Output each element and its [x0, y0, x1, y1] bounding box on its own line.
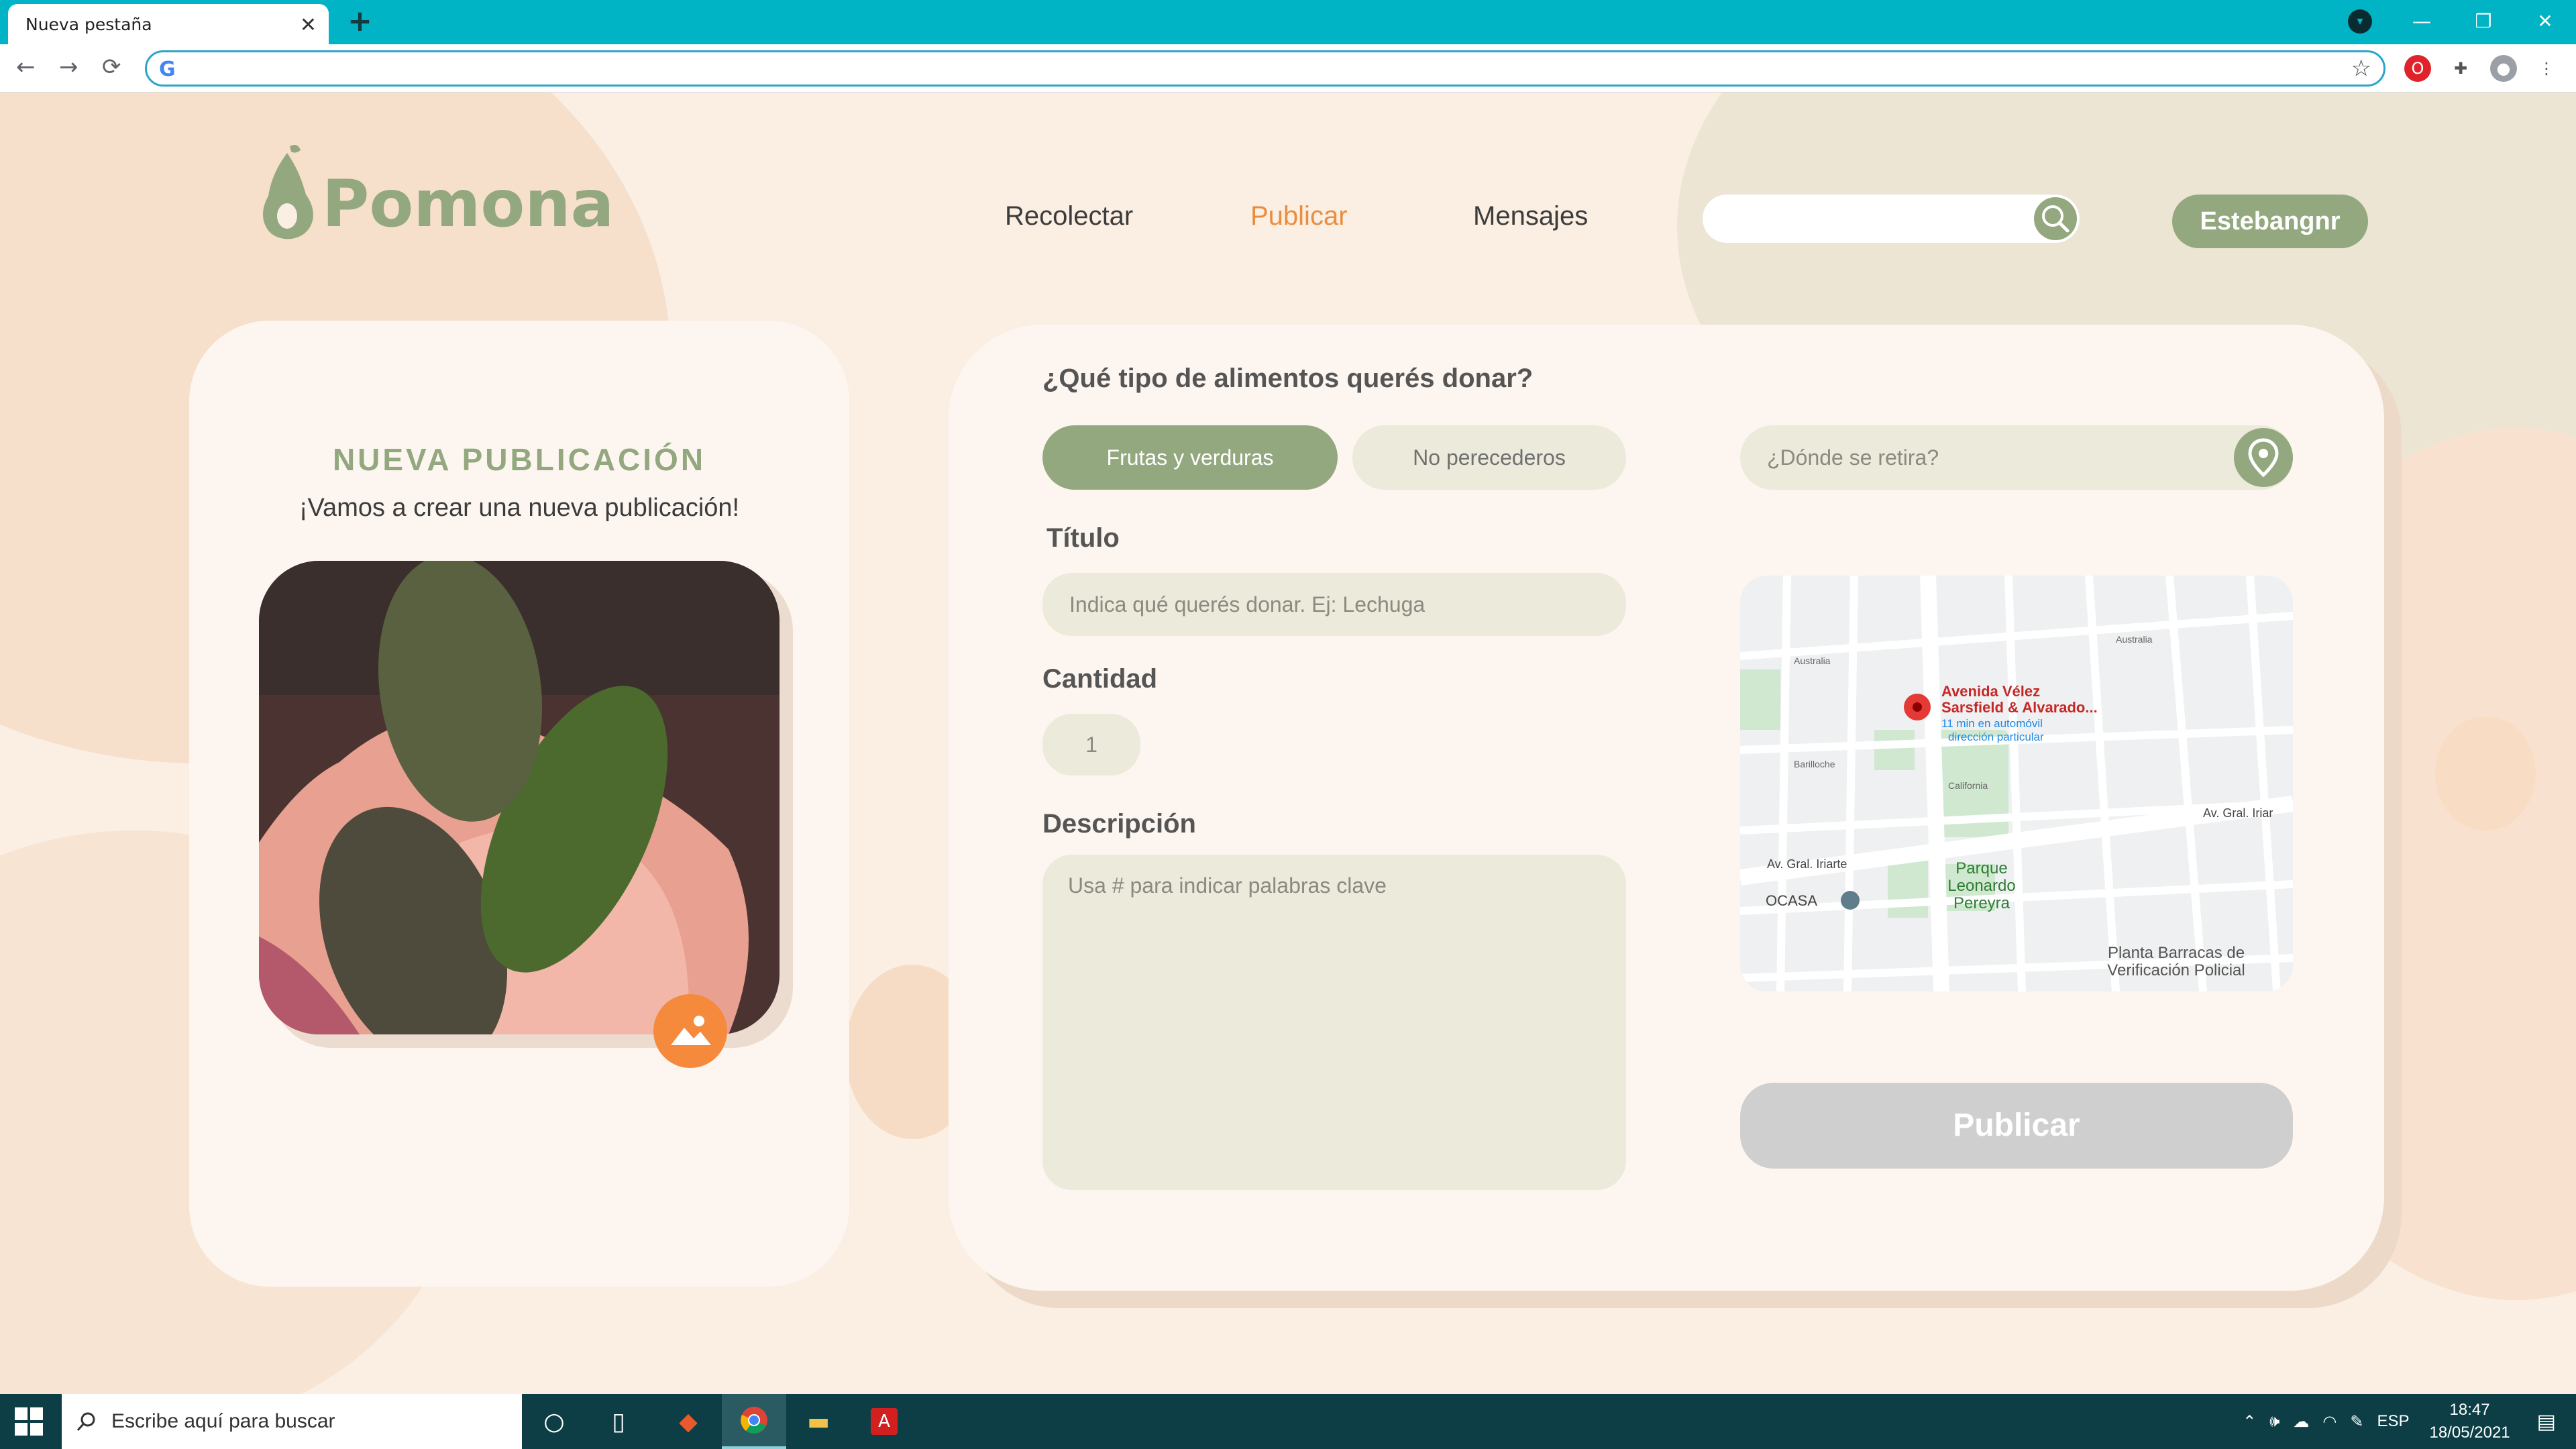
tab-close-icon[interactable]: ✕ — [300, 13, 317, 37]
address-bar[interactable]: G ☆ — [145, 50, 2385, 87]
search-icon — [2042, 205, 2070, 233]
map-pin-sub-line1: 11 min en automóvil — [1941, 717, 2043, 730]
window-close-icon[interactable]: ✕ — [2514, 10, 2576, 32]
user-menu-button[interactable]: Estebangnr — [2172, 195, 2368, 248]
nav-mensajes[interactable]: Mensajes — [1473, 201, 1588, 231]
new-tab-icon[interactable]: + — [347, 4, 372, 38]
food-type-question: ¿Qué tipo de alimentos querés donar? — [1042, 364, 1534, 393]
pear-logo-icon — [263, 145, 313, 239]
volume-icon[interactable]: 🕪 — [2269, 1412, 2279, 1431]
map-street-label: Barilloche — [1794, 759, 1835, 769]
map-poi-park: Leonardo — [1947, 877, 2015, 895]
browser-toolbar: ← → ⟳ G ☆ O ✚ ● ⋮ — [0, 44, 2576, 93]
map-street-label: California — [1948, 780, 1988, 791]
window-controls: — ❐ ✕ — [2391, 0, 2576, 42]
product-photo — [259, 561, 780, 1034]
chrome-icon — [741, 1407, 767, 1434]
new-post-card: NUEVA PUBLICACIÓN ¡Vamos a crear una nue… — [189, 321, 849, 1287]
taskbar-search-icon — [76, 1412, 95, 1431]
publish-button[interactable]: Publicar — [1740, 1083, 2293, 1169]
acrobat-icon: A — [871, 1408, 898, 1435]
forward-icon[interactable]: → — [59, 54, 78, 80]
map-street-label: Australia — [2116, 634, 2153, 645]
bookmark-star-icon[interactable]: ☆ — [2351, 55, 2371, 82]
clock-time: 18:47 — [2449, 1401, 2490, 1419]
map-pin-title-line2: Sarsfield & Alvarado... — [1941, 699, 2098, 716]
map-street-label: Av. Gral. Iriarte — [1767, 857, 1847, 871]
description-label: Descripción — [1042, 809, 1196, 839]
pickup-location-input[interactable]: ¿Dónde se retira? — [1740, 425, 2293, 490]
clock-date: 18/05/2021 — [2429, 1424, 2510, 1442]
pickup-location-placeholder: ¿Dónde se retira? — [1767, 445, 1939, 470]
windows-start-icon[interactable] — [15, 1407, 43, 1436]
menu-kebab-icon[interactable]: ⋮ — [2533, 55, 2560, 82]
reload-icon[interactable]: ⟳ — [102, 54, 121, 80]
quantity-input[interactable]: 1 — [1042, 714, 1140, 775]
image-icon — [671, 1016, 711, 1045]
back-icon[interactable]: ← — [16, 54, 36, 80]
map-poi-plant: Planta Barracas de — [2108, 944, 2245, 962]
opera-extension-icon[interactable]: O — [2404, 55, 2431, 82]
map-street-label: Av. Gral. Iriar — [2203, 806, 2273, 820]
card-subtitle: ¡Vamos a crear una nueva publicación! — [299, 494, 740, 522]
taskbar-search-input[interactable]: Escribe aquí para buscar — [62, 1394, 522, 1449]
search-button[interactable] — [2034, 197, 2077, 240]
onedrive-icon[interactable]: ☁ — [2293, 1412, 2309, 1432]
card-title: NUEVA PUBLICACIÓN — [332, 442, 706, 477]
map-street-label: Australia — [1794, 655, 1831, 666]
title-input[interactable]: Indica qué querés donar. Ej: Lechuga — [1042, 573, 1626, 636]
chrome-taskbar-icon[interactable] — [722, 1394, 786, 1449]
file-explorer-icon[interactable]: ▬ — [786, 1394, 851, 1449]
notifications-icon[interactable]: ▤ — [2537, 1410, 2556, 1434]
upload-photo-button[interactable] — [653, 994, 727, 1068]
location-map[interactable]: Australia Australia Barilloche Californi… — [1740, 576, 2293, 991]
acrobat-taskbar-icon[interactable]: A — [852, 1394, 916, 1449]
nav-publicar[interactable]: Publicar — [1250, 201, 1348, 231]
task-view-icon[interactable]: ▯ — [586, 1394, 651, 1449]
title-label: Título — [1046, 523, 1120, 553]
map-pin-title-line1: Avenida Vélez — [1941, 683, 2040, 700]
app-swirl-icon[interactable]: ◆ — [656, 1394, 720, 1449]
quantity-label: Cantidad — [1042, 664, 1158, 694]
cortana-icon[interactable]: ○ — [522, 1394, 586, 1449]
type-no-perecederos[interactable]: No perecederos — [1352, 425, 1626, 490]
language-indicator[interactable]: ESP — [2377, 1412, 2409, 1431]
map-poi-park: Pereyra — [1953, 894, 2010, 912]
bg-shape — [2435, 716, 2536, 830]
type-frutas-verduras[interactable]: Frutas y verduras — [1042, 425, 1338, 490]
wifi-icon[interactable]: ◠ — [2322, 1412, 2337, 1432]
description-textarea[interactable]: Usa # para indicar palabras clave — [1042, 855, 1626, 1190]
browser-tab[interactable]: Nueva pestaña ✕ — [8, 4, 329, 44]
map-poi-park: Parque — [1955, 859, 2007, 877]
pomona-logo[interactable]: Pomona — [256, 141, 614, 241]
browser-tab-bar: Nueva pestaña ✕ + ▾ — ❐ ✕ — [0, 0, 2576, 44]
location-button[interactable] — [2234, 428, 2293, 487]
restore-icon[interactable]: ❐ — [2453, 10, 2514, 32]
search-input[interactable] — [1703, 195, 2080, 243]
system-tray: ⌃ 🕪 ☁ ◠ ✎ ESP 18:47 18/05/2021 ▤ — [2236, 1394, 2576, 1449]
extensions-puzzle-icon[interactable]: ✚ — [2447, 55, 2474, 82]
map-canvas: Australia Australia Barilloche Californi… — [1740, 576, 2293, 991]
windows-taskbar: Escribe aquí para buscar ○ ▯ ◆ ▬ A ⌃ 🕪 ☁… — [0, 1394, 2576, 1449]
tray-chevron-icon[interactable]: ⌃ — [2243, 1412, 2256, 1432]
pen-icon[interactable]: ✎ — [2350, 1412, 2363, 1432]
tab-search-icon[interactable]: ▾ — [2348, 9, 2372, 34]
map-poi-ocasa: OCASA — [1766, 892, 1817, 909]
google-icon: G — [159, 58, 176, 81]
tab-title: Nueva pestaña — [25, 14, 152, 34]
taskbar-search-placeholder: Escribe aquí para buscar — [111, 1410, 335, 1432]
map-pin-icon — [2248, 438, 2279, 478]
brand-name: Pomona — [322, 166, 614, 241]
profile-icon[interactable]: ● — [2490, 55, 2517, 82]
nav-recolectar[interactable]: Recolectar — [1005, 201, 1133, 231]
map-poi-plant: Verificación Policial — [2107, 961, 2245, 979]
clock[interactable]: 18:47 18/05/2021 — [2430, 1399, 2510, 1444]
avocado-photo — [259, 561, 780, 1034]
minimize-icon[interactable]: — — [2391, 10, 2453, 32]
post-form-card: ¿Qué tipo de alimentos querés donar? Fru… — [949, 325, 2384, 1291]
map-pin-sub-line2: dirección particular — [1948, 731, 2044, 743]
